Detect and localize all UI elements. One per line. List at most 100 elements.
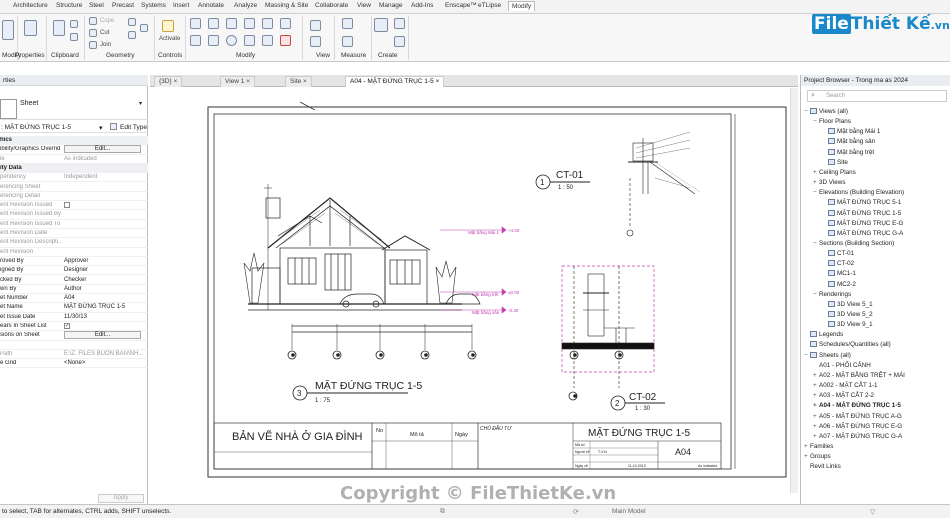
property-value[interactable]: Approver xyxy=(64,258,88,264)
chevron-down-icon[interactable]: ▾ xyxy=(99,124,103,132)
sync-icon[interactable]: ⟳ xyxy=(573,508,579,516)
close-icon[interactable]: × xyxy=(301,78,307,85)
view-tab[interactable]: View 1 × xyxy=(220,76,256,87)
workset-icon[interactable]: ⧉ xyxy=(440,508,445,516)
browser-node[interactable]: +3D Views xyxy=(813,179,845,186)
property-row[interactable]: hics xyxy=(0,136,148,146)
browser-node[interactable]: 3D View 9_1 xyxy=(822,321,873,328)
instance-filter[interactable]: : MẶT ĐỨNG TRỤC 1-5 ▾ Edit Type xyxy=(0,122,148,133)
mirror-axis-icon[interactable] xyxy=(226,18,237,29)
properties-icon[interactable] xyxy=(24,20,37,36)
property-value[interactable]: MẶT ĐỨNG TRỤC 1-5 xyxy=(64,304,125,310)
cut-button[interactable]: Cut xyxy=(100,30,109,36)
rotate-icon[interactable] xyxy=(226,35,237,46)
browser-node[interactable]: + A03 - MẶT CẮT 2-2 xyxy=(813,392,874,399)
chevron-down-icon[interactable]: ▾ xyxy=(139,100,142,107)
pin-icon[interactable] xyxy=(280,18,291,29)
active-model[interactable]: Main Model xyxy=(612,508,646,515)
array-icon[interactable] xyxy=(262,35,273,46)
close-icon[interactable]: × xyxy=(434,78,439,85)
browser-node[interactable]: + A002 - MẶT CẮT 1-1 xyxy=(813,382,878,389)
ribbon-tab-structure[interactable]: Structure xyxy=(56,2,82,9)
browser-node[interactable]: + Ceiling Plans xyxy=(813,169,856,176)
browser-search-input[interactable]: Search xyxy=(807,90,947,102)
browser-node[interactable]: MẶT ĐỨNG TRỤC E-G xyxy=(822,219,903,227)
ribbon-tab-annotate[interactable]: Annotate xyxy=(198,2,224,9)
activate-button[interactable]: Activate xyxy=(159,36,180,42)
view-tool-icon[interactable] xyxy=(310,36,321,47)
browser-node[interactable]: CT-01 xyxy=(822,250,854,257)
ribbon-tab-insert[interactable]: Insert xyxy=(173,2,189,9)
ribbon-tab-modify[interactable]: Modify xyxy=(508,1,536,11)
browser-node[interactable]: − Renderings xyxy=(813,291,851,298)
browser-node[interactable]: + A04 - MẶT ĐỨNG TRỤC 1-5 xyxy=(813,402,901,409)
browser-node[interactable]: MẶT ĐỨNG TRỤC 1-5 xyxy=(822,209,901,217)
property-value[interactable]: Designer xyxy=(64,267,88,273)
activate-icon[interactable] xyxy=(162,20,174,32)
ribbon-tab-precast[interactable]: Precast xyxy=(112,2,134,9)
delete-icon[interactable] xyxy=(280,35,291,46)
browser-node[interactable]: − Sections (Building Section) xyxy=(813,240,894,247)
browser-node[interactable]: 3D View 5_2 xyxy=(822,311,873,318)
close-icon[interactable]: × xyxy=(244,78,250,85)
browser-node[interactable]: 3D View 5_1 xyxy=(822,300,873,308)
geometry-tool-icon[interactable] xyxy=(128,18,136,26)
property-value[interactable]: Author xyxy=(64,286,82,292)
ribbon-tab-add-ins[interactable]: Add-Ins xyxy=(411,2,433,9)
property-edit-button[interactable]: Edit... xyxy=(64,145,141,154)
browser-node[interactable]: − Sheets (all) xyxy=(804,351,851,359)
property-value[interactable]: <None> xyxy=(64,360,85,366)
browser-node[interactable]: − Elevations (Building Elevation) xyxy=(813,189,904,196)
create-part-icon[interactable] xyxy=(374,18,388,32)
create-group-icon[interactable] xyxy=(394,18,405,29)
ribbon-tab-systems[interactable]: Systems xyxy=(141,2,166,9)
ribbon-tab-enscape[interactable]: Enscape™ xyxy=(445,2,477,9)
create-assembly-icon[interactable] xyxy=(394,36,405,47)
browser-node[interactable]: MC2-2 xyxy=(822,280,856,288)
geometry-tool-icon[interactable] xyxy=(128,31,136,39)
type-selector[interactable]: Sheet ▾ xyxy=(0,86,148,120)
browser-node[interactable]: CT-02 xyxy=(822,260,854,267)
view-tool-icon[interactable] xyxy=(310,20,321,31)
filter-icon[interactable]: ▽ xyxy=(870,508,875,516)
browser-node[interactable]: + A02 - MẶT BẰNG TRỆT + MÁI xyxy=(813,372,905,379)
ribbon-tab-architecture[interactable]: Architecture xyxy=(13,2,48,9)
browser-node[interactable]: Mặt bằng trệt xyxy=(822,148,874,156)
ribbon-tab-steel[interactable]: Steel xyxy=(89,2,104,9)
view-tab[interactable]: {3D} × xyxy=(154,76,183,87)
property-edit-button[interactable]: Edit... xyxy=(64,331,141,340)
browser-node[interactable]: MẶT ĐỨNG TRỤC G-A xyxy=(822,229,903,237)
property-value[interactable]: 11/30/13 xyxy=(64,314,87,320)
canvas-scrollbar[interactable] xyxy=(790,88,798,493)
browser-node[interactable]: + A05 - MẶT ĐỨNG TRỤC A-G xyxy=(813,413,902,420)
browser-node[interactable]: + Families xyxy=(804,443,833,450)
close-icon[interactable]: × xyxy=(172,78,177,85)
ribbon-tab-collaborate[interactable]: Collaborate xyxy=(315,2,348,9)
browser-node[interactable]: A01 - PHỐI CẢNH xyxy=(813,362,871,369)
browser-node[interactable]: + A06 - MẶT ĐỨNG TRỤC E-G xyxy=(813,423,902,430)
copy-icon[interactable] xyxy=(70,20,78,28)
dimension-icon[interactable] xyxy=(342,36,353,47)
offset-icon[interactable] xyxy=(208,18,219,29)
trim-icon[interactable] xyxy=(244,35,255,46)
join-button[interactable]: Join xyxy=(100,42,111,48)
browser-node[interactable]: − Views (all) xyxy=(804,108,848,115)
view-tab[interactable]: A04 - MẶT ĐỨNG TRỤC 1-5 × xyxy=(345,76,445,87)
ribbon-tab-manage[interactable]: Manage xyxy=(379,2,403,9)
ribbon-tab-analyze[interactable]: Analyze xyxy=(234,2,257,9)
edit-type-button[interactable]: Edit Type xyxy=(120,124,147,131)
mirror-line-icon[interactable] xyxy=(244,18,255,29)
paste-icon[interactable] xyxy=(53,20,65,36)
measure-icon[interactable] xyxy=(342,18,353,29)
ribbon-tab-massing-site[interactable]: Massing & Site xyxy=(265,2,308,9)
browser-node[interactable]: Legends xyxy=(804,331,843,338)
browser-node[interactable]: Site xyxy=(822,158,848,166)
browser-node[interactable]: Mặt bằng sân xyxy=(822,138,875,145)
browser-node[interactable]: Revit Links xyxy=(804,463,841,470)
apply-button[interactable]: Apply xyxy=(98,494,144,503)
property-checkbox[interactable]: ✓ xyxy=(64,323,70,329)
copy-element-icon[interactable] xyxy=(208,35,219,46)
ribbon-tab-etlipse[interactable]: eTLipse xyxy=(478,2,501,9)
browser-node[interactable]: + Groups xyxy=(804,453,831,460)
ribbon-tab-view[interactable]: View xyxy=(357,2,371,9)
